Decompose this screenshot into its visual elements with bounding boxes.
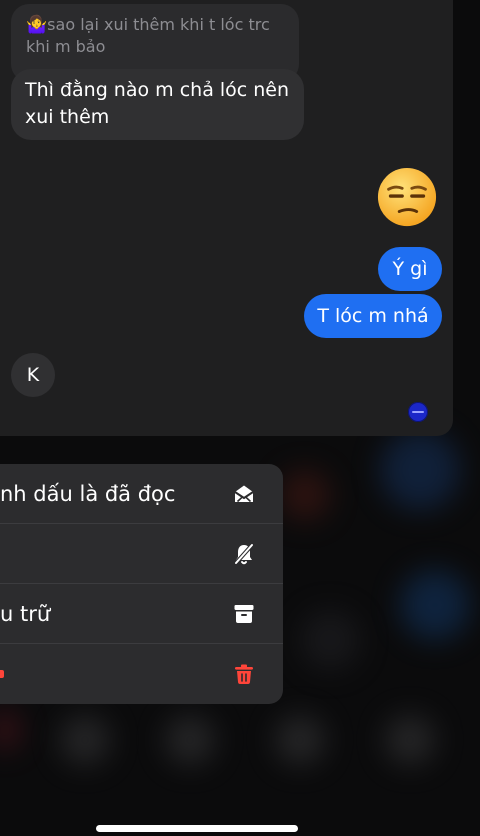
menu-item-label: nh dấu là đã đọc <box>0 482 176 506</box>
menu-item-label: u trữ <box>0 602 51 626</box>
mark-read-envelope-icon <box>234 485 254 503</box>
menu-item-delete[interactable] <box>0 644 283 704</box>
outgoing-message-bubble[interactable]: T lóc m nhá <box>304 294 442 338</box>
menu-item-mark-as-read[interactable]: nh dấu là đã đọc <box>0 464 283 524</box>
shrug-emoji-icon: 🤷‍♀️ <box>26 15 48 35</box>
reply-quote-text: 🤷‍♀️sao lại xui thêm khi t lóc trc khi m… <box>26 14 296 58</box>
mute-bell-icon <box>234 543 254 565</box>
reply-quote-label: sao lại xui thêm khi t lóc trc khi m bảo <box>26 15 270 56</box>
outgoing-message-bubble[interactable]: Ý gì <box>378 247 442 291</box>
chat-preview-card: 🤷‍♀️sao lại xui thêm khi t lóc trc khi m… <box>0 0 453 436</box>
archive-box-icon <box>234 605 254 623</box>
incoming-message-text: Thì đằng nào m chả lóc nên xui thêm <box>25 79 290 128</box>
unamused-face-emoji-icon <box>377 167 437 227</box>
menu-item-archive[interactable]: u trữ <box>0 584 283 644</box>
incoming-message-text: K <box>26 364 40 386</box>
incoming-message-bubble[interactable]: Thì đằng nào m chả lóc nên xui thêm <box>11 69 304 140</box>
trash-icon <box>235 664 253 684</box>
read-receipt-avatar <box>408 402 428 422</box>
incoming-message-bubble[interactable]: K <box>11 353 55 397</box>
context-menu: nh dấu là đã đọc u trữ <box>0 464 283 704</box>
delete-label-fragment <box>0 670 4 678</box>
menu-item-mute[interactable] <box>0 524 283 584</box>
home-indicator[interactable] <box>96 825 298 832</box>
